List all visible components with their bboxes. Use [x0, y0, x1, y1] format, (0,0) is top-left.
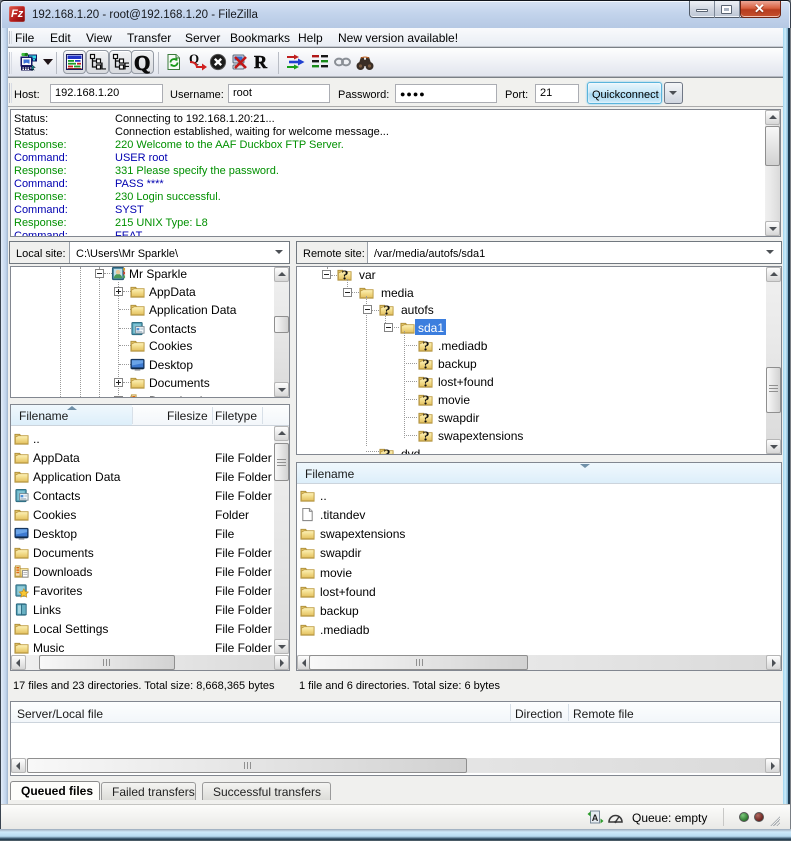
svg-text:F: F	[124, 62, 130, 71]
svg-text:L: L	[101, 62, 107, 71]
svg-text:A: A	[592, 813, 599, 823]
